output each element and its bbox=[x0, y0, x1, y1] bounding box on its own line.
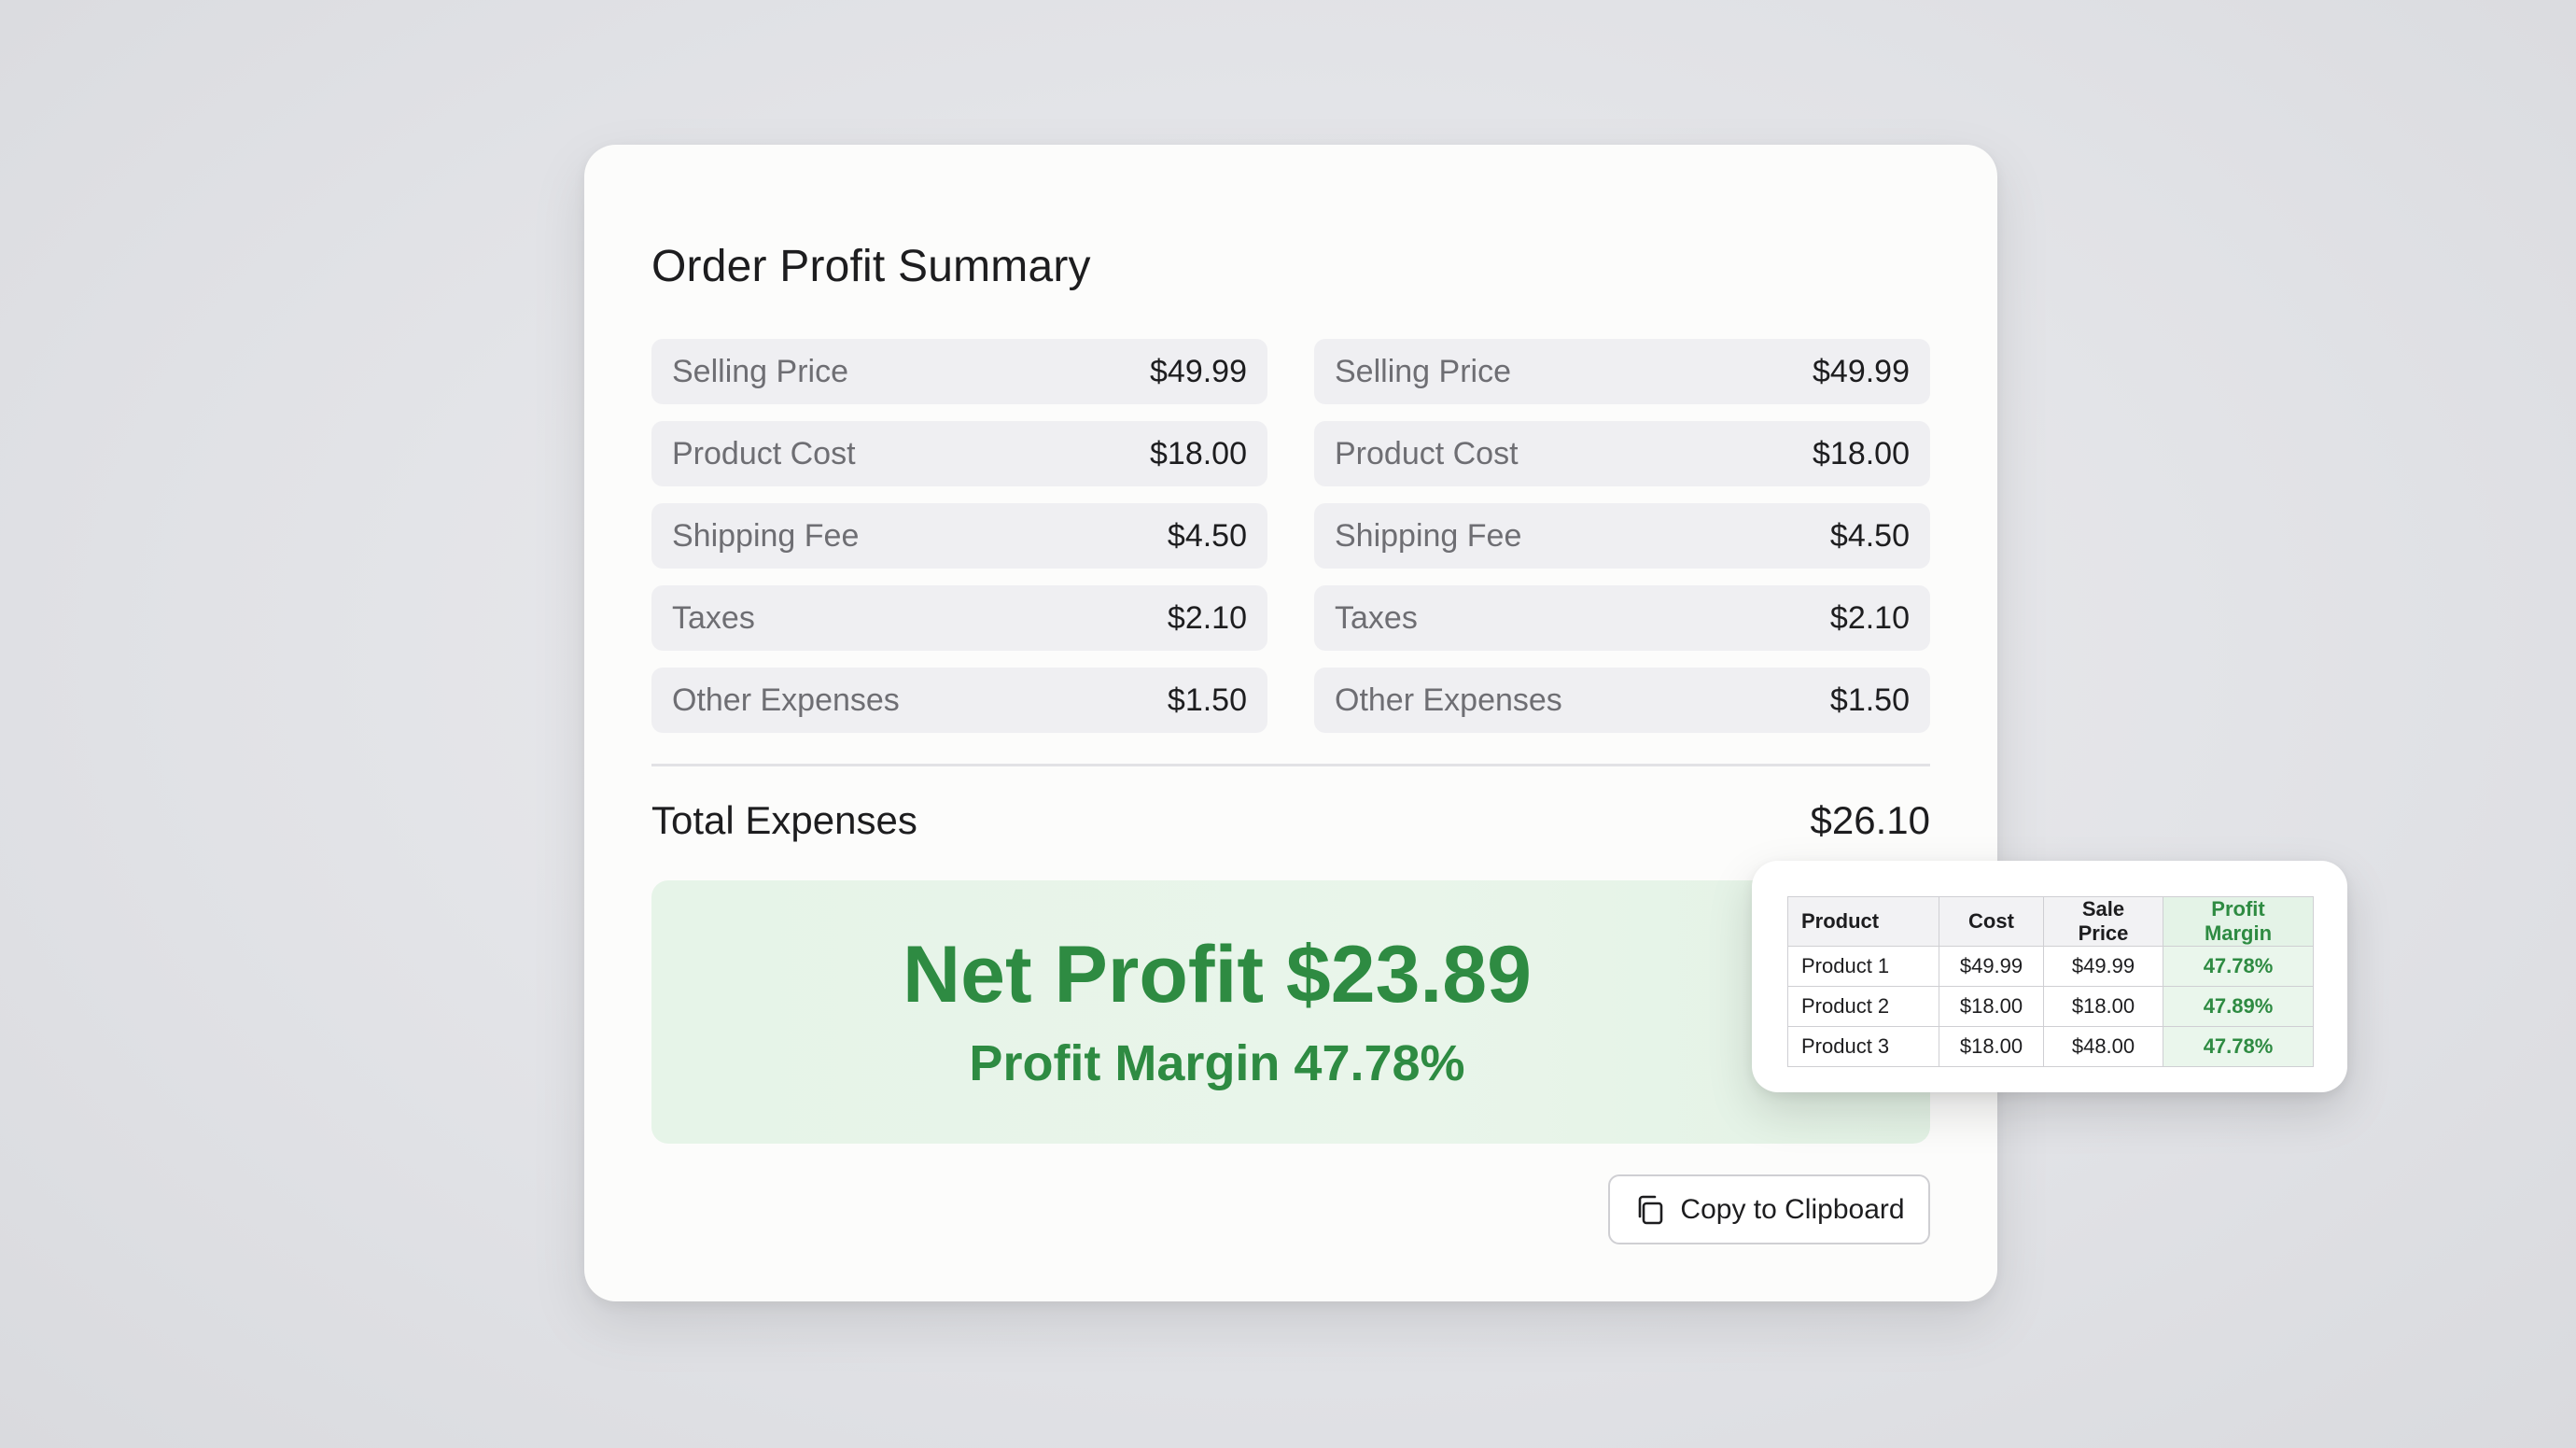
expense-value: $2.10 bbox=[1167, 599, 1247, 636]
net-profit-panel: Net Profit $23.89 Profit Margin 47.78% bbox=[651, 880, 1930, 1144]
expense-row-product-cost: Product Cost $18.00 bbox=[651, 421, 1267, 486]
expense-value: $4.50 bbox=[1167, 517, 1247, 554]
product-margin-table: Product Cost Sale Price Profit Margin Pr… bbox=[1787, 896, 2314, 1067]
cell-cost: $18.00 bbox=[1939, 986, 2044, 1027]
column-header-profit-margin: Profit Margin bbox=[2163, 896, 2314, 947]
copy-icon bbox=[1633, 1193, 1667, 1227]
cell-sale-price: $18.00 bbox=[2043, 986, 2163, 1027]
expense-label: Shipping Fee bbox=[672, 517, 860, 554]
copy-button-label: Copy to Clipboard bbox=[1680, 1193, 1905, 1225]
cell-cost: $18.00 bbox=[1939, 1026, 2044, 1067]
cell-product: Product 2 bbox=[1787, 986, 1939, 1027]
expense-row-selling-price: Selling Price $49.99 bbox=[651, 339, 1267, 404]
expense-label: Taxes bbox=[1335, 599, 1418, 636]
expense-row-shipping-fee: Shipping Fee $4.50 bbox=[1314, 503, 1930, 569]
expense-value: $1.50 bbox=[1829, 682, 1910, 718]
cell-sale-price: $48.00 bbox=[2043, 1026, 2163, 1067]
expense-label: Shipping Fee bbox=[1335, 517, 1522, 554]
cell-cost: $49.99 bbox=[1939, 946, 2044, 987]
column-header-cost: Cost bbox=[1939, 896, 2044, 947]
expense-value: $1.50 bbox=[1167, 682, 1247, 718]
table-row: Product 1 $49.99 $49.99 47.78% bbox=[1787, 946, 2314, 987]
expense-label: Taxes bbox=[672, 599, 755, 636]
cell-profit-margin: 47.78% bbox=[2163, 1026, 2314, 1067]
table-header-row: Product Cost Sale Price Profit Margin bbox=[1787, 896, 2314, 947]
cell-product: Product 1 bbox=[1787, 946, 1939, 987]
cell-profit-margin: 47.89% bbox=[2163, 986, 2314, 1027]
expense-value: $18.00 bbox=[1813, 435, 1910, 471]
expense-row-taxes: Taxes $2.10 bbox=[1314, 585, 1930, 651]
expense-label: Product Cost bbox=[1335, 435, 1519, 471]
expense-value: $49.99 bbox=[1813, 353, 1910, 389]
column-header-sale-price: Sale Price bbox=[2043, 896, 2163, 947]
profit-margin: Profit Margin 47.78% bbox=[969, 1035, 1465, 1091]
table-row: Product 2 $18.00 $18.00 47.89% bbox=[1787, 986, 2314, 1027]
expense-column-left: Selling Price $49.99 Product Cost $18.00… bbox=[651, 339, 1267, 750]
cell-product: Product 3 bbox=[1787, 1026, 1939, 1067]
net-profit: Net Profit $23.89 bbox=[903, 930, 1532, 1019]
expense-row-taxes: Taxes $2.10 bbox=[651, 585, 1267, 651]
expense-label: Product Cost bbox=[672, 435, 856, 471]
expense-value: $18.00 bbox=[1150, 435, 1247, 471]
expense-row-selling-price: Selling Price $49.99 bbox=[1314, 339, 1930, 404]
expense-row-shipping-fee: Shipping Fee $4.50 bbox=[651, 503, 1267, 569]
copy-to-clipboard-button[interactable]: Copy to Clipboard bbox=[1608, 1174, 1930, 1244]
expense-label: Selling Price bbox=[1335, 353, 1511, 389]
expense-value: $49.99 bbox=[1150, 353, 1247, 389]
cell-sale-price: $49.99 bbox=[2043, 946, 2163, 987]
total-expenses-label: Total Expenses bbox=[651, 798, 917, 842]
expense-row-other-expenses: Other Expenses $1.50 bbox=[1314, 668, 1930, 733]
expense-row-other-expenses: Other Expenses $1.50 bbox=[651, 668, 1267, 733]
expense-row-product-cost: Product Cost $18.00 bbox=[1314, 421, 1930, 486]
profit-summary-card: Order Profit Summary Selling Price $49.9… bbox=[584, 145, 1997, 1301]
total-expenses-value: $26.10 bbox=[1810, 798, 1930, 842]
expense-label: Other Expenses bbox=[672, 682, 900, 718]
expense-value: $4.50 bbox=[1829, 517, 1910, 554]
column-header-product: Product bbox=[1787, 896, 1939, 947]
divider bbox=[651, 764, 1930, 766]
expense-value: $2.10 bbox=[1829, 599, 1910, 636]
expense-column-right: Selling Price $49.99 Product Cost $18.00… bbox=[1314, 339, 1930, 750]
expense-label: Selling Price bbox=[672, 353, 848, 389]
cell-profit-margin: 47.78% bbox=[2163, 946, 2314, 987]
product-margin-popup: Product Cost Sale Price Profit Margin Pr… bbox=[1752, 861, 2347, 1092]
table-row: Product 3 $18.00 $48.00 47.78% bbox=[1787, 1026, 2314, 1067]
page-title: Order Profit Summary bbox=[651, 242, 1091, 291]
expense-label: Other Expenses bbox=[1335, 682, 1562, 718]
